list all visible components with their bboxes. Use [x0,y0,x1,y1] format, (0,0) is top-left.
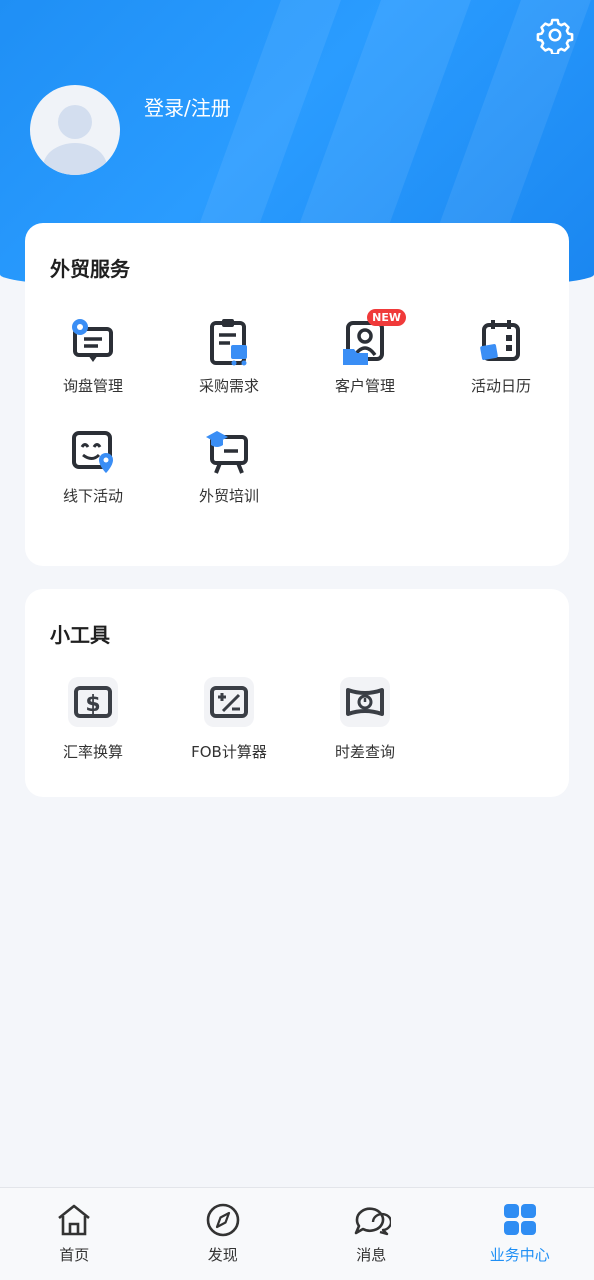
offline-event-icon [72,431,113,473]
gear-icon [536,18,574,56]
tab-business-center[interactable]: 业务中心 [446,1188,594,1280]
tool-item-fob-calculator[interactable]: FOB计算器 [161,677,297,762]
time-zone-icon [346,688,384,716]
tool-item-currency[interactable]: $ 汇率换算 [25,677,161,762]
compass-icon [206,1203,240,1237]
inquiry-icon [72,319,113,362]
calendar-icon [480,320,520,361]
tab-label: 消息 [356,1246,387,1264]
tools-card: 小工具 $ 汇率换算 FOB计算器 时差查询 [25,589,569,797]
new-badge: NEW [367,309,406,326]
service-item-label: 线下活动 [62,487,123,505]
section-title: 外贸服务 [50,257,130,281]
tool-item-label: 汇率换算 [62,743,123,761]
tab-label: 发现 [207,1246,238,1264]
bottom-tab-bar: 首页 发现 消息 业务中心 [0,1187,594,1280]
tab-label: 首页 [59,1246,90,1264]
service-item-purchase[interactable]: 采购需求 [161,315,297,396]
svg-text:$: $ [85,692,100,717]
calculator-icon [210,686,248,718]
service-item-customer[interactable]: NEW 客户管理 [297,309,433,396]
tab-label: 业务中心 [489,1246,550,1264]
service-item-label: 客户管理 [334,377,395,395]
purchase-icon [210,319,247,366]
tab-discover[interactable]: 发现 [149,1188,298,1280]
avatar[interactable] [30,85,120,175]
service-item-label: 外贸培训 [198,487,259,505]
chat-icon [354,1207,393,1236]
training-icon [206,431,248,474]
service-item-offline-event[interactable]: 线下活动 [25,425,161,506]
service-item-training[interactable]: 外贸培训 [161,425,297,506]
tab-home[interactable]: 首页 [0,1188,149,1280]
service-item-label: 询盘管理 [62,377,123,395]
section-title: 小工具 [50,623,110,647]
service-item-label: 活动日历 [470,377,531,395]
tool-item-label: 时差查询 [334,743,395,761]
home-icon [58,1204,91,1236]
settings-button[interactable] [536,16,574,56]
default-avatar-icon [43,105,107,175]
tab-messages[interactable]: 消息 [297,1188,446,1280]
currency-icon: $ [74,686,112,718]
login-register-link[interactable]: 登录/注册 [144,92,231,121]
service-item-inquiry[interactable]: 询盘管理 [25,315,161,396]
trade-services-card: 外贸服务 询盘管理 采购需求 NEW 客户管理 活动日历 线下活动 外贸培训 [25,223,569,566]
grid-icon [503,1204,536,1235]
service-item-calendar[interactable]: 活动日历 [433,315,569,396]
tool-item-label: FOB计算器 [191,743,267,761]
tool-item-time-zone[interactable]: 时差查询 [297,677,433,762]
service-item-label: 采购需求 [198,377,259,395]
